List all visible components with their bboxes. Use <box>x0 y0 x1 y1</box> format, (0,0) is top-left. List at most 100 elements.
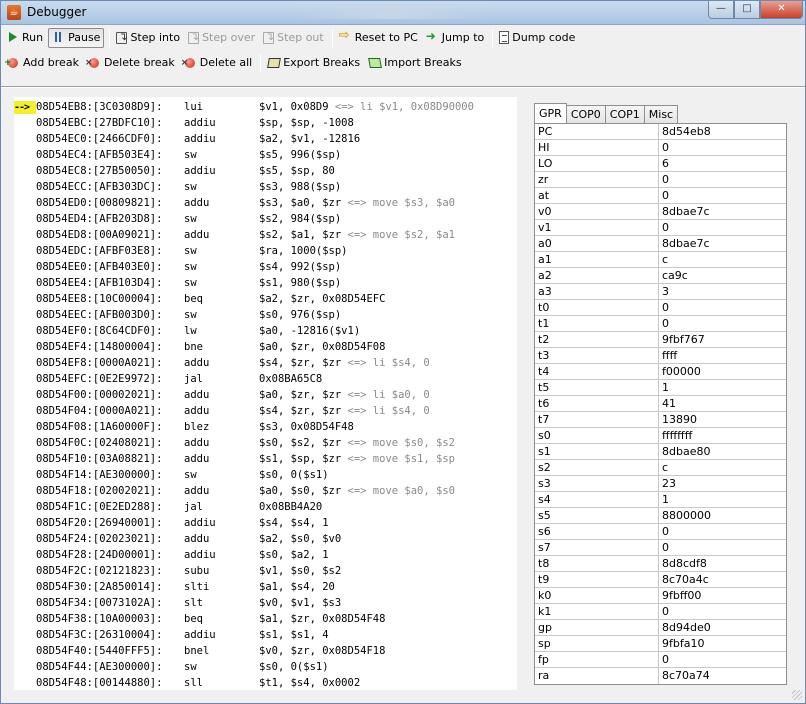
register-row[interactable]: t0 0 <box>535 300 786 316</box>
register-value[interactable]: 0 <box>659 604 786 619</box>
disassembly-row[interactable]: 08D54F28:[24D00001]: addiu $s0, $a2, 1 <box>14 547 517 563</box>
register-row[interactable]: ra 8c70a74 <box>535 668 786 684</box>
register-value[interactable]: ffffffff <box>659 428 786 443</box>
disassembly-row[interactable]: 08D54F10:[03A08821]: addu $s1, $sp, $zr <=… <box>14 451 517 467</box>
register-row[interactable]: t2 9fbf767 <box>535 332 786 348</box>
step-into-button[interactable]: Step into <box>113 28 183 48</box>
register-value[interactable]: c <box>659 460 786 475</box>
disassembly-row[interactable]: 08D54F08:[1A60000F]: blez $s3, 0x08D54F48 <box>14 419 517 435</box>
register-row[interactable]: t8 8d8cdf8 <box>535 556 786 572</box>
delete-break-button[interactable]: Delete break <box>84 53 178 73</box>
disassembly-row[interactable]: 08D54EF4:[14800004]: bne $a0, $zr, 0x08D54… <box>14 339 517 355</box>
disassembly-row[interactable]: 08D54EE8:[10C00004]: beq $a2, $zr, 0x08D54… <box>14 291 517 307</box>
register-value[interactable]: 0 <box>659 652 786 667</box>
register-row[interactable]: s4 1 <box>535 492 786 508</box>
register-value[interactable]: 0 <box>659 540 786 555</box>
disassembly-row[interactable]: 08D54F1C:[0E2ED288]: jal 0x08BB4A20 <box>14 499 517 515</box>
tab-gpr[interactable]: GPR <box>534 103 567 123</box>
register-value[interactable]: 0 <box>659 172 786 187</box>
tab-cop0[interactable]: COP0 <box>565 105 606 123</box>
disassembly-row[interactable]: 08D54F20:[26940001]: addiu $s4, $s4, 1 <box>14 515 517 531</box>
disassembly-row[interactable]: 08D54F0C:[02408021]: addu $s0, $s2, $zr <=… <box>14 435 517 451</box>
disassembly-row[interactable]: 08D54F38:[10A00003]: beq $a1, $zr, 0x08D54… <box>14 611 517 627</box>
register-row[interactable]: s0 ffffffff <box>535 428 786 444</box>
register-value[interactable]: 8d8cdf8 <box>659 556 786 571</box>
disassembly-row[interactable]: 08D54EC0:[2466CDF0]: addiu $a2, $v1, -1281… <box>14 131 517 147</box>
minimize-button[interactable]: — <box>708 1 734 19</box>
disassembly-view[interactable]: --> 08D54EB8:[3C0308D9]: lui $v1, 0x08D9 <=… <box>14 97 517 690</box>
register-row[interactable]: k1 0 <box>535 604 786 620</box>
register-value[interactable]: 0 <box>659 300 786 315</box>
register-value[interactable]: 8d94de0 <box>659 620 786 635</box>
disassembly-row[interactable]: 08D54F00:[00002021]: addu $a0, $zr, $zr <=… <box>14 387 517 403</box>
jump-to-button[interactable]: Jump to <box>423 28 487 48</box>
register-value[interactable]: 0 <box>659 140 786 155</box>
register-value[interactable]: 1 <box>659 380 786 395</box>
register-value[interactable]: 41 <box>659 396 786 411</box>
disassembly-row[interactable]: 08D54F24:[02023021]: addu $a2, $s0, $v0 <box>14 531 517 547</box>
register-row[interactable]: s2 c <box>535 460 786 476</box>
register-row[interactable]: at 0 <box>535 188 786 204</box>
disassembly-row[interactable]: 08D54EC4:[AFB503E4]: sw $s5, 996($sp) <box>14 147 517 163</box>
register-row[interactable]: v1 0 <box>535 220 786 236</box>
register-value[interactable]: 8c70a74 <box>659 668 786 684</box>
register-value[interactable]: 1 <box>659 492 786 507</box>
register-value[interactable]: 3 <box>659 284 786 299</box>
register-row[interactable]: t7 13890 <box>535 412 786 428</box>
tab-misc[interactable]: Misc <box>643 105 679 123</box>
disassembly-row[interactable]: 08D54EF8:[0000A021]: addu $s4, $zr, $zr <=… <box>14 355 517 371</box>
register-value[interactable]: 0 <box>659 316 786 331</box>
register-value[interactable]: c <box>659 252 786 267</box>
register-row[interactable]: gp 8d94de0 <box>535 620 786 636</box>
register-value[interactable]: 0 <box>659 188 786 203</box>
step-out-button[interactable]: Step out <box>260 28 327 48</box>
register-row[interactable]: a2 ca9c <box>535 268 786 284</box>
disassembly-row[interactable]: 08D54F2C:[02121823]: subu $v1, $s0, $s2 <box>14 563 517 579</box>
register-row[interactable]: t5 1 <box>535 380 786 396</box>
close-button[interactable]: ✕ <box>760 1 803 19</box>
register-value[interactable]: 8dbae80 <box>659 444 786 459</box>
register-row[interactable]: s1 8dbae80 <box>535 444 786 460</box>
disassembly-row[interactable]: 08D54EDC:[AFBF03E8]: sw $ra, 1000($sp) <box>14 243 517 259</box>
register-value[interactable]: 8d54eb8 <box>659 124 786 139</box>
add-break-button[interactable]: Add break <box>3 53 82 73</box>
disassembly-row[interactable]: 08D54F3C:[26310004]: addiu $s1, $s1, 4 <box>14 627 517 643</box>
disassembly-row[interactable]: 08D54ECC:[AFB303DC]: sw $s3, 988($sp) <box>14 179 517 195</box>
tab-cop1[interactable]: COP1 <box>604 105 645 123</box>
reset-to-pc-button[interactable]: Reset to PC <box>336 28 421 48</box>
disassembly-row[interactable]: 08D54EC8:[27B50050]: addiu $s5, $sp, 80 <box>14 163 517 179</box>
register-value[interactable]: 9fbf767 <box>659 332 786 347</box>
register-value[interactable]: 8800000 <box>659 508 786 523</box>
disassembly-row[interactable]: 08D54ED8:[00A09021]: addu $s2, $a1, $zr <=… <box>14 227 517 243</box>
register-row[interactable]: t4 f00000 <box>535 364 786 380</box>
run-button[interactable]: Run <box>3 28 46 48</box>
register-row[interactable]: t6 41 <box>535 396 786 412</box>
register-row[interactable]: s6 0 <box>535 524 786 540</box>
disassembly-row[interactable]: 08D54EE4:[AFB103D4]: sw $s1, 980($sp) <box>14 275 517 291</box>
disassembly-row[interactable]: 08D54F48:[00144880]: sll $t1, $s4, 0x0002 <box>14 675 517 690</box>
disassembly-row[interactable]: 08D54F34:[0073102A]: slt $v0, $v1, $s3 <box>14 595 517 611</box>
disassembly-row[interactable]: 08D54F44:[AE300000]: sw $s0, 0($s1) <box>14 659 517 675</box>
register-row[interactable]: t3 ffff <box>535 348 786 364</box>
pause-button[interactable]: Pause <box>48 27 105 48</box>
register-row[interactable]: s3 23 <box>535 476 786 492</box>
register-row[interactable]: s7 0 <box>535 540 786 556</box>
register-value[interactable]: ffff <box>659 348 786 363</box>
disassembly-row[interactable]: 08D54EEC:[AFB003D0]: sw $s0, 976($sp) <box>14 307 517 323</box>
register-value[interactable]: ca9c <box>659 268 786 283</box>
register-value[interactable]: 0 <box>659 220 786 235</box>
disassembly-row[interactable]: 08D54F18:[02002021]: addu $a0, $s0, $zr <=… <box>14 483 517 499</box>
title-bar[interactable]: ☕ Debugger — □ ✕ <box>1 1 805 25</box>
register-row[interactable]: t9 8c70a4c <box>535 572 786 588</box>
register-row[interactable]: sp 9fbfa10 <box>535 636 786 652</box>
maximize-button[interactable]: □ <box>734 1 760 19</box>
disassembly-row[interactable]: 08D54EE0:[AFB403E0]: sw $s4, 992($sp) <box>14 259 517 275</box>
register-row[interactable]: v0 8dbae7c <box>535 204 786 220</box>
step-over-button[interactable]: Step over <box>185 28 258 48</box>
disassembly-row[interactable]: 08D54F30:[2A850014]: slti $a1, $s4, 20 <box>14 579 517 595</box>
register-table[interactable]: PC 8d54eb8 HI 0 LO 6 zr 0 at 0 v0 8dbae7c v1 0 a0 8dbae… <box>534 123 787 685</box>
register-row[interactable]: HI 0 <box>535 140 786 156</box>
register-row[interactable]: PC 8d54eb8 <box>535 124 786 140</box>
disassembly-row[interactable]: 08D54EFC:[0E2E9972]: jal 0x08BA65C8 <box>14 371 517 387</box>
register-row[interactable]: s5 8800000 <box>535 508 786 524</box>
